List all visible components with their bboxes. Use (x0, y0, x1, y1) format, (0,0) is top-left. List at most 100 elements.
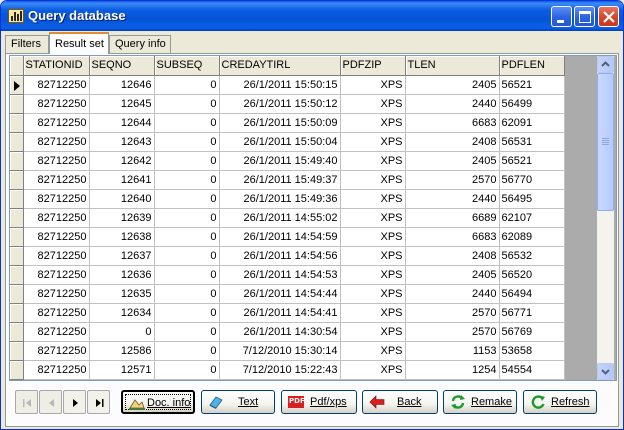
table-cell[interactable]: 56521 (499, 75, 565, 95)
table-cell[interactable]: 0 (154, 322, 220, 342)
table-cell[interactable]: 12564 (89, 379, 155, 380)
table-row[interactable]: 82712250 12640 0 26/1/2011 15:49:36 XPS 2440 5… (10, 189, 565, 209)
table-cell[interactable]: 2570 (405, 303, 500, 323)
table-cell[interactable]: XPS (340, 75, 406, 95)
table-cell[interactable]: 0 (154, 75, 220, 95)
doc-info-button[interactable]: Doc. info (121, 390, 195, 414)
table-cell[interactable]: 0 (154, 303, 220, 323)
scroll-thumb[interactable] (597, 73, 614, 211)
row-indicator[interactable] (10, 94, 24, 114)
table-cell[interactable]: XPS (340, 379, 406, 380)
last-record-button[interactable] (87, 390, 110, 414)
row-indicator[interactable] (10, 379, 24, 380)
table-cell[interactable]: 12571 (89, 360, 155, 380)
table-cell[interactable]: 0 (89, 322, 155, 342)
table-cell[interactable]: 26/1/2011 14:54:41 (219, 303, 341, 323)
table-cell[interactable]: 0 (154, 94, 220, 114)
table-row[interactable]: 82712250 12645 0 26/1/2011 15:50:12 XPS 2440 5… (10, 94, 565, 114)
row-indicator[interactable] (10, 360, 24, 380)
table-cell[interactable]: 82712250 (23, 132, 90, 152)
row-indicator[interactable] (10, 208, 24, 228)
table-row[interactable]: 82712250 12634 0 26/1/2011 14:54:41 XPS 2570 5… (10, 303, 565, 323)
table-cell[interactable]: 12636 (89, 265, 155, 285)
table-cell[interactable]: 82712250 (23, 113, 90, 133)
table-cell[interactable]: 2440 (405, 94, 500, 114)
table-row[interactable]: 82712250 12636 0 26/1/2011 14:54:53 XPS 2405 5… (10, 265, 565, 285)
table-cell[interactable]: 12641 (89, 170, 155, 190)
table-cell[interactable]: 6683 (405, 227, 500, 247)
table-cell[interactable]: XPS (340, 170, 406, 190)
table-cell[interactable]: 56771 (499, 303, 565, 323)
table-row[interactable]: 82712250 12642 0 26/1/2011 15:49:40 XPS 2405 5… (10, 151, 565, 171)
table-row[interactable]: 82712250 12639 0 26/1/2011 14:55:02 XPS 6689 6… (10, 208, 565, 228)
table-cell[interactable]: 0 (154, 151, 220, 171)
table-cell[interactable]: 0 (154, 379, 220, 380)
table-cell[interactable]: 0 (154, 113, 220, 133)
table-row[interactable]: 82712250 12571 0 7/12/2010 15:22:43 XPS 1254 5… (10, 360, 565, 380)
table-cell[interactable]: XPS (340, 360, 406, 380)
table-cell[interactable]: 12634 (89, 303, 155, 323)
table-cell[interactable]: 2405 (405, 75, 500, 95)
vertical-scrollbar[interactable] (597, 56, 614, 380)
refresh-button[interactable]: Refresh (523, 390, 597, 414)
table-cell[interactable]: 26/1/2011 14:54:59 (219, 227, 341, 247)
table-cell[interactable]: 26/1/2011 14:54:44 (219, 284, 341, 304)
table-cell[interactable]: 53658 (499, 341, 565, 361)
table-cell[interactable]: 82712250 (23, 265, 90, 285)
table-cell[interactable]: 56499 (499, 94, 565, 114)
table-cell[interactable]: 12638 (89, 227, 155, 247)
row-indicator[interactable] (10, 246, 24, 266)
table-cell[interactable]: 2440 (405, 284, 500, 304)
row-indicator[interactable] (10, 322, 24, 342)
table-cell[interactable]: 0 (154, 341, 220, 361)
title-bar[interactable]: Query database (1, 1, 623, 31)
table-cell[interactable]: 12639 (89, 208, 155, 228)
row-indicator[interactable] (10, 227, 24, 247)
table-cell[interactable]: 82712250 (23, 189, 90, 209)
table-cell[interactable]: XPS (340, 113, 406, 133)
table-cell[interactable]: 26/1/2011 15:50:04 (219, 132, 341, 152)
table-row[interactable]: 82712250 12635 0 26/1/2011 14:54:44 XPS 2440 5… (10, 284, 565, 304)
table-cell[interactable]: 62089 (499, 227, 565, 247)
table-cell[interactable]: 2440 (405, 189, 500, 209)
text-button[interactable]: Text (201, 390, 275, 414)
table-row[interactable]: 82712250 12646 0 26/1/2011 15:50:15 XPS 2405 5… (10, 75, 565, 95)
table-cell[interactable]: XPS (340, 151, 406, 171)
table-cell[interactable]: XPS (340, 341, 406, 361)
scroll-up-button[interactable] (597, 56, 614, 73)
result-grid[interactable]: STATIONID SEQNO SUBSEQ CREDAYTIRL PDFZIP… (9, 55, 617, 381)
table-row[interactable]: 82712250 0 0 26/1/2011 14:30:54 XPS 2570 56769 (10, 322, 565, 342)
row-indicator[interactable] (10, 265, 24, 285)
column-header[interactable]: PDFZIP (340, 56, 406, 76)
column-header[interactable]: SEQNO (89, 56, 155, 76)
tab-filters[interactable]: Filters (5, 35, 49, 53)
table-cell[interactable]: 56521 (499, 151, 565, 171)
table-cell[interactable]: XPS (340, 132, 406, 152)
remake-button[interactable]: Remake (443, 390, 517, 414)
table-cell[interactable]: XPS (340, 208, 406, 228)
table-cell[interactable]: 26/1/2011 14:55:02 (219, 208, 341, 228)
table-cell[interactable]: 12635 (89, 284, 155, 304)
table-cell[interactable]: 82712250 (23, 284, 90, 304)
table-cell[interactable]: 0 (154, 246, 220, 266)
table-cell[interactable]: 26/1/2011 15:50:15 (219, 75, 341, 95)
table-cell[interactable]: 2570 (405, 170, 500, 190)
table-cell[interactable]: 7/12/2010 15:22:43 (219, 360, 341, 380)
scroll-down-button[interactable] (597, 363, 614, 380)
table-cell[interactable]: 12642 (89, 151, 155, 171)
table-cell[interactable]: 0 (154, 189, 220, 209)
row-indicator[interactable] (10, 151, 24, 171)
table-cell[interactable]: 56769 (499, 322, 565, 342)
table-cell[interactable]: 82712250 (23, 170, 90, 190)
table-cell[interactable]: 56520 (499, 265, 565, 285)
table-row[interactable]: 82712250 12641 0 26/1/2011 15:49:37 XPS 2570 5… (10, 170, 565, 190)
table-cell[interactable]: 1232 (405, 379, 500, 380)
table-cell[interactable]: 82712250 (23, 151, 90, 171)
table-cell[interactable]: 56531 (499, 132, 565, 152)
table-row[interactable]: 82712250 12643 0 26/1/2011 15:50:04 XPS 2408 5… (10, 132, 565, 152)
table-cell[interactable]: 82712250 (23, 341, 90, 361)
table-cell[interactable]: 12644 (89, 113, 155, 133)
table-cell[interactable]: 82712250 (23, 75, 90, 95)
table-cell[interactable]: 56495 (499, 189, 565, 209)
table-cell[interactable]: 54554 (499, 360, 565, 380)
